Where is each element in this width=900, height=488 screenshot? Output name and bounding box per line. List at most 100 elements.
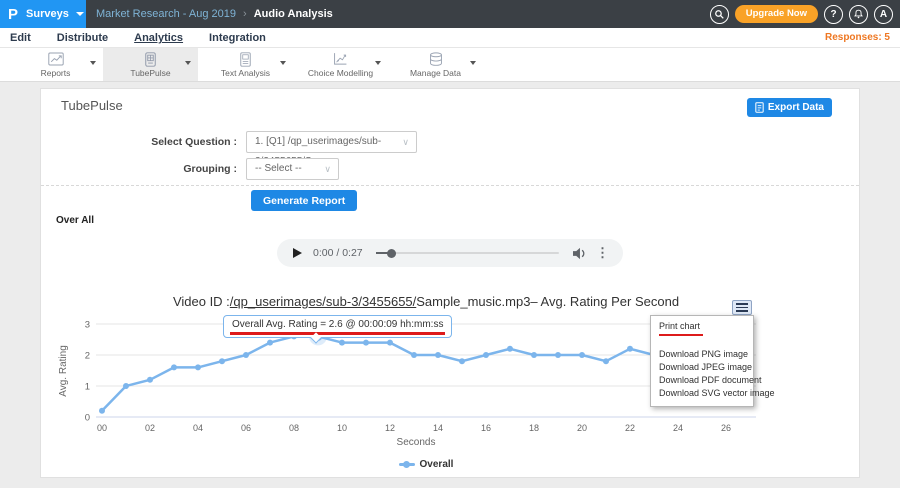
red-underline-annotation xyxy=(659,334,703,337)
export-label: Export Data xyxy=(768,102,824,113)
analytics-toolbar: Reports TubePulse Text Analysis Choice M… xyxy=(0,48,900,82)
chevron-down-icon[interactable] xyxy=(185,61,191,65)
section-divider xyxy=(41,185,859,186)
scatter-chart-icon xyxy=(333,51,348,67)
svg-text:26: 26 xyxy=(721,423,731,433)
legend-marker-icon xyxy=(399,461,415,468)
red-underline-annotation xyxy=(230,332,445,335)
toolbar-label: TubePulse xyxy=(130,68,170,78)
svg-text:Avg. Rating: Avg. Rating xyxy=(58,345,69,397)
menu-item-download-svg[interactable]: Download SVG vector image xyxy=(651,388,753,400)
search-icon xyxy=(714,9,725,20)
nav-item-analytics[interactable]: Analytics xyxy=(134,32,183,44)
chart-title-path: /qp_userimages/sub-3/3455655/ xyxy=(230,294,416,309)
tubepulse-panel: TubePulse Export Data Select Question : … xyxy=(40,88,860,478)
legend-label: Overall xyxy=(420,459,454,470)
nav-items: Edit Distribute Analytics Integration xyxy=(10,28,900,48)
chevron-down-icon[interactable] xyxy=(375,61,381,65)
chart-title-prefix: Video ID : xyxy=(173,294,230,309)
bell-icon xyxy=(853,9,864,20)
chevron-down-icon[interactable] xyxy=(280,61,286,65)
audio-seek-bar[interactable] xyxy=(376,252,559,254)
rating-chart: Video ID :/qp_userimages/sub-3/3455655/S… xyxy=(56,289,796,478)
surveys-menu[interactable]: P Surveys xyxy=(0,0,86,28)
tubepulse-icon xyxy=(144,51,157,67)
svg-text:24: 24 xyxy=(673,423,683,433)
document-icon xyxy=(239,51,252,67)
top-header-bar: P Surveys Market Research - Aug 2019 › A… xyxy=(0,0,900,28)
highcharts-credits[interactable]: Highcharts.com xyxy=(695,477,751,478)
svg-text:Seconds: Seconds xyxy=(397,437,436,448)
chart-tooltip: Overall Avg. Rating = 2.6 @ 00:00:09 hh:… xyxy=(223,315,452,338)
toolbar-item-reports[interactable]: Reports xyxy=(8,48,103,81)
app-root: P Surveys Market Research - Aug 2019 › A… xyxy=(0,0,900,488)
toolbar-item-manage-data[interactable]: Manage Data xyxy=(388,48,483,81)
play-icon[interactable] xyxy=(293,248,302,258)
chart-export-menu-button[interactable] xyxy=(732,300,752,315)
chart-legend-item[interactable]: Overall xyxy=(56,459,796,470)
line-chart-icon xyxy=(48,51,64,67)
header-actions: Upgrade Now ? A xyxy=(710,0,893,28)
report-form: Select Question : 1. [Q1] /qp_userimages… xyxy=(41,131,859,180)
svg-text:18: 18 xyxy=(529,423,539,433)
svg-text:10: 10 xyxy=(337,423,347,433)
svg-text:3: 3 xyxy=(85,320,90,331)
nav-item-edit[interactable]: Edit xyxy=(10,32,31,44)
generate-report-button[interactable]: Generate Report xyxy=(251,190,357,211)
menu-item-download-jpeg[interactable]: Download JPEG image xyxy=(651,362,753,374)
svg-text:04: 04 xyxy=(193,423,203,433)
toolbar-item-tubepulse[interactable]: TubePulse xyxy=(103,48,198,81)
secondary-nav: Edit Distribute Analytics Integration Re… xyxy=(0,28,900,48)
responses-count[interactable]: Responses: 5 xyxy=(825,28,890,48)
svg-text:20: 20 xyxy=(577,423,587,433)
menu-item-print-chart[interactable]: Print chart xyxy=(651,319,753,333)
volume-icon[interactable] xyxy=(572,247,587,260)
breadcrumb: Market Research - Aug 2019 › Audio Analy… xyxy=(96,0,333,28)
svg-text:12: 12 xyxy=(385,423,395,433)
breadcrumb-separator: › xyxy=(243,8,247,20)
grouping-row: Grouping : -- Select -- ∨ xyxy=(41,158,859,180)
chart-title-suffix: Sample_music.mp3– Avg. Rating Per Second xyxy=(416,294,679,309)
toolbar-label: Manage Data xyxy=(410,68,461,78)
upgrade-now-button[interactable]: Upgrade Now xyxy=(735,5,818,23)
svg-text:2: 2 xyxy=(85,351,90,362)
chart-context-menu: Print chart Download PNG image Download … xyxy=(650,315,754,407)
chevron-down-icon[interactable] xyxy=(470,61,476,65)
database-icon xyxy=(429,51,443,67)
overall-section-label: Over All xyxy=(56,215,859,226)
grouping-select-value: -- Select -- xyxy=(255,163,302,174)
grouping-select[interactable]: -- Select -- ∨ xyxy=(246,158,339,180)
chart-title: Video ID :/qp_userimages/sub-3/3455655/S… xyxy=(56,294,796,309)
help-button[interactable]: ? xyxy=(824,5,843,24)
svg-text:0: 0 xyxy=(85,413,90,424)
nav-item-distribute[interactable]: Distribute xyxy=(57,32,108,44)
svg-text:06: 06 xyxy=(241,423,251,433)
nav-item-integration[interactable]: Integration xyxy=(209,32,266,44)
export-data-button[interactable]: Export Data xyxy=(747,98,832,117)
svg-text:22: 22 xyxy=(625,423,635,433)
audio-more-icon[interactable]: ⋮ xyxy=(596,245,609,261)
audio-time: 0:00 / 0:27 xyxy=(313,247,363,259)
chevron-down-icon: ∨ xyxy=(324,159,331,179)
search-button[interactable] xyxy=(710,5,729,24)
menu-item-download-pdf[interactable]: Download PDF document xyxy=(651,375,753,387)
export-icon xyxy=(755,102,764,113)
audio-seek-thumb[interactable] xyxy=(387,249,396,258)
breadcrumb-survey[interactable]: Market Research - Aug 2019 xyxy=(96,8,236,20)
chevron-down-icon[interactable] xyxy=(90,61,96,65)
avatar[interactable]: A xyxy=(874,5,893,24)
toolbar-item-text-analysis[interactable]: Text Analysis xyxy=(198,48,293,81)
questionpro-logo-icon: P xyxy=(8,6,18,23)
toolbar-label: Reports xyxy=(41,68,71,78)
svg-text:1: 1 xyxy=(85,382,90,393)
svg-text:14: 14 xyxy=(433,423,443,433)
toolbar-item-choice-modelling[interactable]: Choice Modelling xyxy=(293,48,388,81)
question-select[interactable]: 1. [Q1] /qp_userimages/sub-3/3455655/S..… xyxy=(246,131,417,153)
chart-tooltip-text: Overall Avg. Rating = 2.6 @ 00:00:09 hh:… xyxy=(232,319,443,330)
question-row: Select Question : 1. [Q1] /qp_userimages… xyxy=(41,131,859,153)
menu-item-download-png[interactable]: Download PNG image xyxy=(651,349,753,361)
notifications-button[interactable] xyxy=(849,5,868,24)
toolbar-label: Choice Modelling xyxy=(308,68,373,78)
chevron-down-icon: ∨ xyxy=(402,132,409,152)
audio-player: 0:00 / 0:27 ⋮ xyxy=(277,239,623,267)
